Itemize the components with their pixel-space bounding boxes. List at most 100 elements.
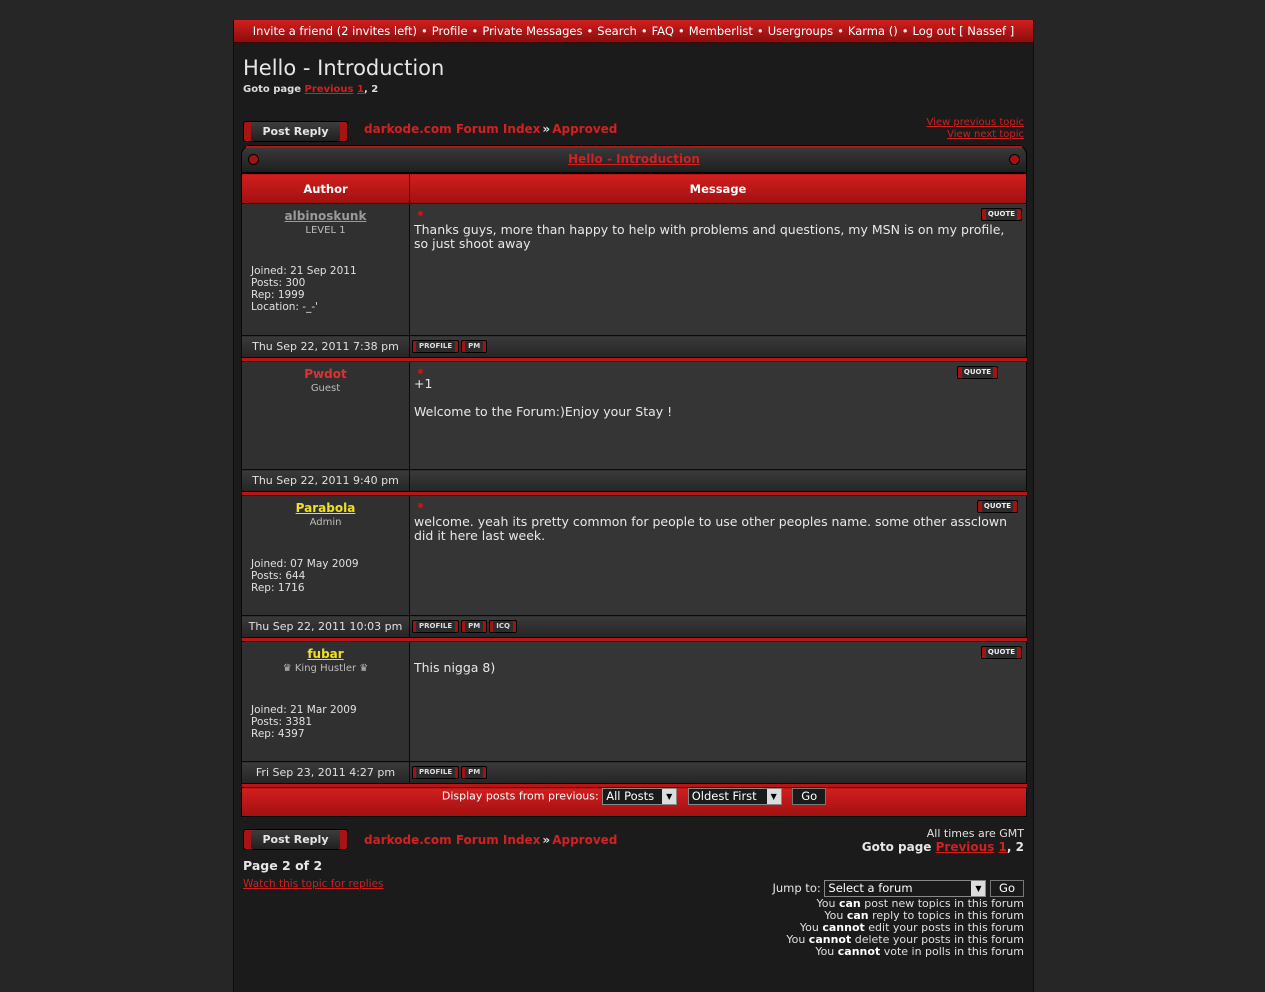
header-dot-right-icon <box>1009 154 1020 165</box>
jump-go-button[interactable]: Go <box>990 880 1024 897</box>
post-reply-button-bottom[interactable]: Post Reply <box>243 829 348 850</box>
view-next-topic-link[interactable]: View next topic <box>926 129 1024 141</box>
post-row: fubar ♛ King Hustler ♛ Joined: 21 Mar 20… <box>241 641 1027 762</box>
pm-button[interactable]: PM <box>461 340 488 353</box>
breadcrumb-bottom: darkode.com Forum Index» Approved <box>364 833 617 847</box>
nav-logout-link[interactable]: Log out [ Nassef ] <box>912 24 1014 38</box>
breadcrumb-index-link[interactable]: darkode.com Forum Index <box>364 122 540 136</box>
goto-page-1-link[interactable]: 1 <box>357 84 364 95</box>
quote-button[interactable]: QUOTE <box>977 500 1018 513</box>
sort-order-select[interactable]: Oldest First ▼ <box>687 788 782 805</box>
post-date: Thu Sep 22, 2011 10:03 pm <box>241 615 410 638</box>
nav-private-messages-link[interactable]: Private Messages <box>482 24 582 38</box>
nav-karma-link[interactable]: Karma () <box>848 24 898 38</box>
breadcrumb-separator: » <box>542 122 551 136</box>
profile-button[interactable]: PROFILE <box>412 620 460 633</box>
jump-forum-value: Select a forum <box>828 881 913 895</box>
nav-memberlist-link[interactable]: Memberlist <box>689 24 753 38</box>
post-author-cell: fubar ♛ King Hustler ♛ Joined: 21 Mar 20… <box>241 641 410 762</box>
post-author-cell: albinoskunk LEVEL 1 Joined: 21 Sep 2011 … <box>241 203 410 336</box>
post-body: This nigga 8) <box>414 660 496 675</box>
icq-button[interactable]: ICQ <box>489 620 517 633</box>
author-posts: Posts: 644 <box>251 570 306 582</box>
post-author-name[interactable]: albinoskunk <box>242 209 409 223</box>
topic-header-bar: Hello - Introduction <box>241 145 1027 173</box>
posts-range-select[interactable]: All Posts ▼ <box>602 788 678 805</box>
nav-invite-link[interactable]: Invite a friend (2 invites left) <box>253 24 417 38</box>
author-rep: Rep: 1999 <box>251 289 305 301</box>
breadcrumb-index-link[interactable]: darkode.com Forum Index <box>364 833 540 847</box>
post-author-info: Joined: 21 Sep 2011 Posts: 300 Rep: 1999… <box>251 265 357 313</box>
post-row: albinoskunk LEVEL 1 Joined: 21 Sep 2011 … <box>241 203 1027 336</box>
chevron-down-icon: ▼ <box>971 881 986 896</box>
chevron-down-icon: ▼ <box>662 789 677 804</box>
breadcrumb-forum-link[interactable]: Approved <box>552 833 617 847</box>
post-message-cell: QUOTE This nigga 8) <box>409 641 1027 762</box>
post-icon <box>418 503 423 508</box>
quote-button[interactable]: QUOTE <box>981 208 1022 221</box>
nav-search-link[interactable]: Search <box>597 24 637 38</box>
goto-page-1-link[interactable]: 1 <box>999 840 1007 854</box>
author-rep: Rep: 1716 <box>251 582 305 594</box>
post-body: Thanks guys, more than happy to help wit… <box>414 222 1005 251</box>
page-count: Page 2 of 2 <box>243 858 323 873</box>
goto-previous-link[interactable]: Previous <box>936 840 995 854</box>
display-go-button[interactable]: Go <box>792 788 827 805</box>
goto-label: Goto page <box>861 840 932 854</box>
view-previous-topic-link[interactable]: View previous topic <box>926 117 1024 129</box>
post-row: Pwdot Guest QUOTE +1 Welcome to the Foru… <box>241 361 1027 470</box>
pm-button[interactable]: PM <box>461 766 488 779</box>
post-date: Fri Sep 23, 2011 4:27 pm <box>241 761 410 784</box>
jump-to-form: Jump to: Select a forum ▼ Go <box>772 880 1024 897</box>
post-author-rank: LEVEL 1 <box>305 225 346 236</box>
posts-table: Author Message albinoskunk LEVEL 1 Joine… <box>241 173 1027 817</box>
post-body: welcome. yeah its pretty common for peop… <box>414 514 1008 543</box>
breadcrumb-top: darkode.com Forum Index» Approved <box>364 122 617 136</box>
post-message-cell: QUOTE +1 Welcome to the Forum:)Enjoy you… <box>409 361 1027 470</box>
post-author-info: Joined: 21 Mar 2009 Posts: 3381 Rep: 439… <box>251 704 357 740</box>
quote-button[interactable]: QUOTE <box>957 366 998 379</box>
breadcrumb-separator: » <box>542 833 551 847</box>
jump-label: Jump to: <box>772 881 821 895</box>
posts-range-value: All Posts <box>606 789 655 803</box>
post-actions: PROFILE PM ICQ <box>409 615 1027 638</box>
top-navigation: Invite a friend (2 invites left) • Profile… <box>234 20 1033 43</box>
post-icon <box>418 211 423 216</box>
post-reply-button-top[interactable]: Post Reply <box>243 121 348 142</box>
goto-page-bottom: Goto page Previous 1, 2 <box>861 840 1024 854</box>
author-rep: Rep: 4397 <box>251 728 305 740</box>
post-author-rank: ♛ King Hustler ♛ <box>282 663 369 674</box>
goto-previous-link[interactable]: Previous <box>305 84 354 95</box>
author-joined: Joined: 21 Sep 2011 <box>251 265 357 277</box>
author-location: Location: -_-' <box>251 301 318 313</box>
post-author-name[interactable]: Parabola <box>242 501 409 515</box>
post-author-name: Pwdot <box>304 367 347 381</box>
permission-line: You cannot vote in polls in this forum <box>815 945 1024 958</box>
profile-button[interactable]: PROFILE <box>412 766 460 779</box>
quote-button[interactable]: QUOTE <box>981 646 1022 659</box>
topic-header-title-link[interactable]: Hello - Introduction <box>568 152 700 166</box>
post-actions: PROFILE PM <box>409 335 1027 358</box>
post-author-info: Joined: 07 May 2009 Posts: 644 Rep: 1716 <box>251 558 359 594</box>
topic-navigation: View previous topic View next topic <box>926 117 1024 141</box>
post-message-cell: QUOTE Thanks guys, more than happy to he… <box>409 203 1027 336</box>
author-posts: Posts: 3381 <box>251 716 313 728</box>
post-row: Parabola Admin Joined: 07 May 2009 Posts… <box>241 495 1027 616</box>
post-body-line1: +1 <box>414 376 433 391</box>
post-date: Thu Sep 22, 2011 7:38 pm <box>241 335 410 358</box>
post-author-name[interactable]: fubar <box>242 647 409 661</box>
sort-order-value: Oldest First <box>691 789 757 803</box>
topic-title: Hello - Introduction <box>243 56 445 80</box>
nav-usergroups-link[interactable]: Usergroups <box>768 24 833 38</box>
jump-forum-select[interactable]: Select a forum ▼ <box>824 880 987 897</box>
watch-topic-link[interactable]: Watch this topic for replies <box>243 878 384 890</box>
breadcrumb-forum-link[interactable]: Approved <box>552 122 617 136</box>
profile-button[interactable]: PROFILE <box>412 340 460 353</box>
current-page: 2 <box>1015 840 1024 854</box>
display-options-bar: Display posts from previous: All Posts ▼ … <box>241 787 1027 817</box>
nav-faq-link[interactable]: FAQ <box>652 24 674 38</box>
nav-profile-link[interactable]: Profile <box>432 24 468 38</box>
pm-button[interactable]: PM <box>461 620 488 633</box>
post-message-cell: QUOTE welcome. yeah its pretty common fo… <box>409 495 1027 616</box>
post-author-cell: Pwdot Guest <box>241 361 410 470</box>
